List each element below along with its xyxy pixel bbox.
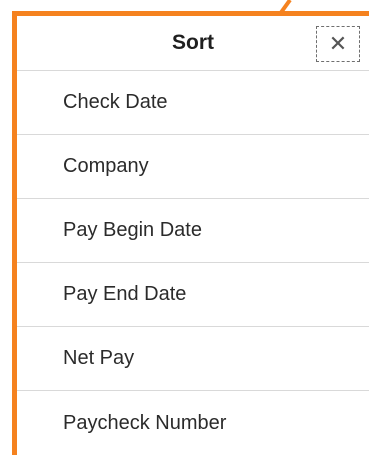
sort-option-company[interactable]: Company (17, 135, 369, 199)
sort-option-check-date[interactable]: Check Date (17, 71, 369, 135)
sort-option-pay-begin-date[interactable]: Pay Begin Date (17, 199, 369, 263)
close-icon: ✕ (328, 31, 348, 56)
sort-option-net-pay[interactable]: Net Pay (17, 327, 369, 391)
sort-option-pay-end-date[interactable]: Pay End Date (17, 263, 369, 327)
sort-option-paycheck-number[interactable]: Paycheck Number (17, 391, 369, 455)
close-button[interactable]: ✕ (316, 26, 360, 62)
sort-options-list: Check Date Company Pay Begin Date Pay En… (17, 71, 369, 455)
sort-dialog-header: Sort ✕ (17, 16, 369, 71)
sort-dialog: Sort ✕ Check Date Company Pay Begin Date… (17, 16, 369, 455)
